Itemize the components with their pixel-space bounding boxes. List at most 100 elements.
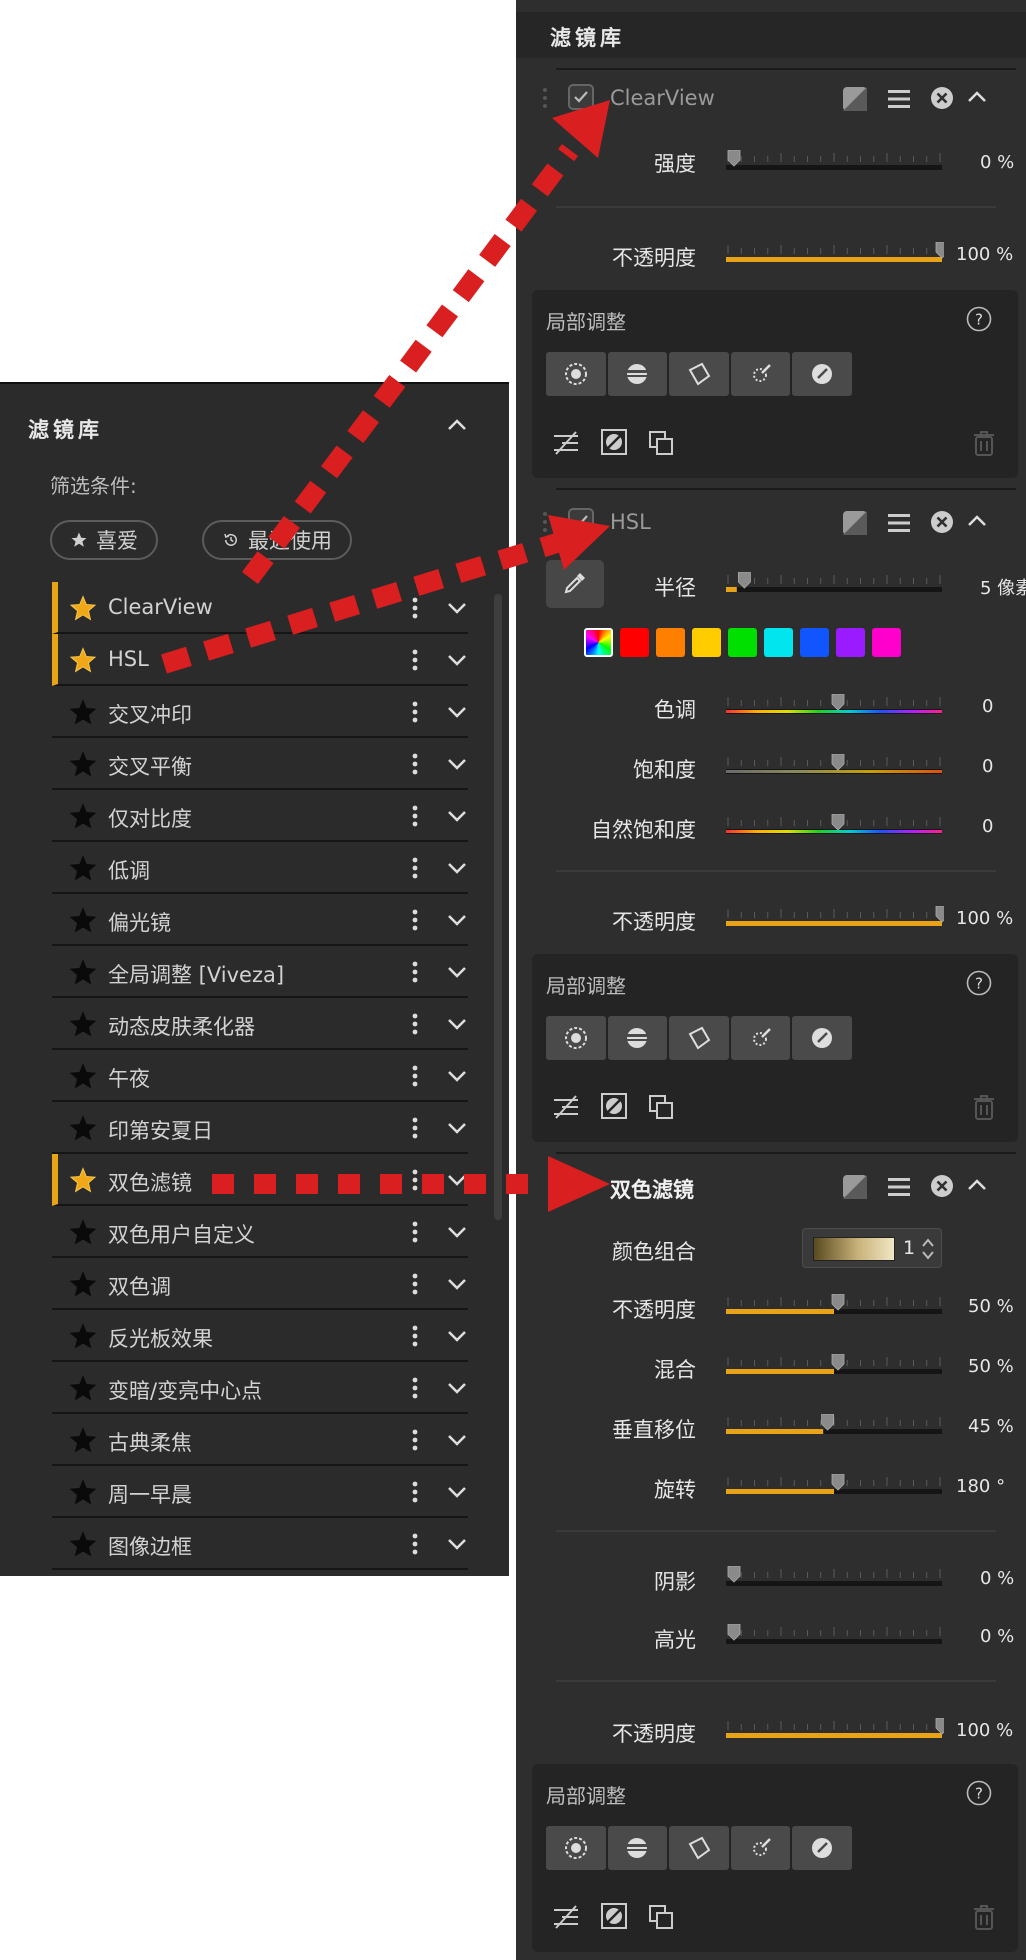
filter-list-item[interactable]: 全局调整 [Viveza] [52, 946, 468, 998]
remove-filter-icon[interactable] [930, 1174, 954, 1198]
mask-toggle-icon[interactable] [842, 86, 868, 112]
opacity-slider[interactable] [724, 242, 944, 266]
rotation-slider[interactable] [724, 1474, 944, 1498]
more-options-icon[interactable] [412, 1532, 418, 1556]
menu-icon[interactable] [886, 510, 912, 536]
filter-list-item[interactable]: 变暗/变亮中心点 [52, 1362, 468, 1414]
favorite-star-icon[interactable] [70, 1427, 96, 1453]
filter-list-item[interactable]: HSL [52, 634, 468, 686]
favorite-star-icon[interactable] [70, 803, 96, 829]
favorite-star-icon[interactable] [70, 1271, 96, 1297]
favorite-star-icon[interactable] [70, 1531, 96, 1557]
slider-thumb[interactable] [935, 1718, 944, 1735]
slider-thumb[interactable] [935, 242, 944, 259]
menu-icon[interactable] [886, 1174, 912, 1200]
strength-slider[interactable] [724, 150, 944, 174]
trash-icon[interactable] [972, 1094, 996, 1120]
more-options-icon[interactable] [412, 804, 418, 828]
chevron-down-icon[interactable] [446, 1221, 468, 1243]
chevron-down-icon[interactable] [446, 961, 468, 983]
color-swatch[interactable] [764, 628, 793, 657]
chevron-down-icon[interactable] [446, 1117, 468, 1139]
favorite-star-icon[interactable] [70, 855, 96, 881]
gradient-point-button[interactable] [607, 352, 668, 396]
menu-icon[interactable] [886, 86, 912, 112]
blend-slider[interactable] [724, 1354, 944, 1378]
control-point-button[interactable] [546, 1826, 606, 1870]
favorite-star-icon[interactable] [70, 1167, 96, 1193]
filter-header-clearview[interactable]: ClearView [516, 70, 1026, 126]
more-options-icon[interactable] [412, 1116, 418, 1140]
more-options-icon[interactable] [412, 1428, 418, 1452]
more-options-icon[interactable] [412, 596, 418, 620]
drag-handle-icon[interactable] [542, 510, 548, 534]
filter-list-item[interactable]: 偏光镜 [52, 894, 468, 946]
filter-list-item[interactable]: 双色用户自定义 [52, 1206, 468, 1258]
invert-mask-icon[interactable] [600, 1092, 628, 1120]
slider-thumb[interactable] [831, 814, 845, 831]
polygon-lasso-button[interactable] [669, 352, 729, 396]
favorite-star-icon[interactable] [70, 959, 96, 985]
favorite-star-icon[interactable] [70, 751, 96, 777]
favorite-star-icon[interactable] [70, 595, 96, 621]
more-options-icon[interactable] [412, 1324, 418, 1348]
more-options-icon[interactable] [412, 752, 418, 776]
help-icon[interactable]: ? [966, 970, 992, 996]
filter-list-item[interactable]: 午夜 [52, 1050, 468, 1102]
more-options-icon[interactable] [412, 1012, 418, 1036]
control-point-button[interactable] [546, 1016, 606, 1060]
filter-list-item[interactable]: 双色调 [52, 1258, 468, 1310]
slider-thumb[interactable] [738, 572, 751, 589]
favorite-star-icon[interactable] [70, 907, 96, 933]
enable-checkbox[interactable] [568, 508, 594, 534]
collapse-chevron-icon[interactable] [966, 510, 988, 532]
chevron-up-icon[interactable] [446, 414, 468, 436]
radius-slider[interactable] [724, 572, 944, 596]
chevron-down-icon[interactable] [446, 649, 468, 671]
chevron-down-icon[interactable] [446, 1429, 468, 1451]
favorite-star-icon[interactable] [70, 1323, 96, 1349]
hue-slider[interactable] [724, 694, 944, 718]
opacity-slider[interactable] [724, 1718, 944, 1742]
chevron-down-icon[interactable] [446, 1169, 468, 1191]
duplicate-icon[interactable] [648, 430, 674, 456]
duplicate-icon[interactable] [648, 1094, 674, 1120]
opacity-slider[interactable] [724, 906, 944, 930]
more-options-icon[interactable] [412, 1272, 418, 1296]
more-options-icon[interactable] [412, 856, 418, 880]
chevron-down-icon[interactable] [446, 1481, 468, 1503]
invert-mask-icon[interactable] [600, 1902, 628, 1930]
brush-button[interactable] [730, 352, 791, 396]
help-icon[interactable]: ? [966, 306, 992, 332]
chevron-down-icon[interactable] [446, 1273, 468, 1295]
favorite-star-icon[interactable] [70, 1375, 96, 1401]
enable-checkbox[interactable] [568, 84, 594, 110]
brush-button[interactable] [730, 1826, 791, 1870]
trash-icon[interactable] [972, 430, 996, 456]
help-icon[interactable]: ? [966, 1780, 992, 1806]
show-hide-mask-icon[interactable] [552, 430, 580, 456]
chevron-down-icon[interactable] [446, 1013, 468, 1035]
more-options-icon[interactable] [412, 1064, 418, 1088]
filter-list-item[interactable]: 动态皮肤柔化器 [52, 998, 468, 1050]
chevron-down-icon[interactable] [446, 753, 468, 775]
color-range-button[interactable] [792, 1826, 852, 1870]
polygon-lasso-button[interactable] [669, 1826, 729, 1870]
filter-list-item[interactable]: 交叉冲印 [52, 686, 468, 738]
filter-header-duotone[interactable]: 双色滤镜 [516, 1158, 1026, 1214]
filter-list-item[interactable]: 低调 [52, 842, 468, 894]
mask-toggle-icon[interactable] [842, 1174, 868, 1200]
color-swatch[interactable] [800, 628, 829, 657]
vertical-shift-slider[interactable] [724, 1414, 944, 1438]
recent-filter-button[interactable]: 最近使用 [202, 520, 352, 560]
scrollbar[interactable] [494, 594, 502, 1220]
slider-thumb[interactable] [935, 906, 944, 923]
filter-list-item[interactable]: 古典柔焦 [52, 1414, 468, 1466]
brush-button[interactable] [730, 1016, 791, 1060]
favorite-star-icon[interactable] [70, 1115, 96, 1141]
filter-list-item[interactable]: 反光板效果 [52, 1310, 468, 1362]
show-hide-mask-icon[interactable] [552, 1904, 580, 1930]
favorite-star-icon[interactable] [70, 1219, 96, 1245]
filter-header-hsl[interactable]: HSL [516, 494, 1026, 550]
saturation-slider[interactable] [724, 754, 944, 778]
